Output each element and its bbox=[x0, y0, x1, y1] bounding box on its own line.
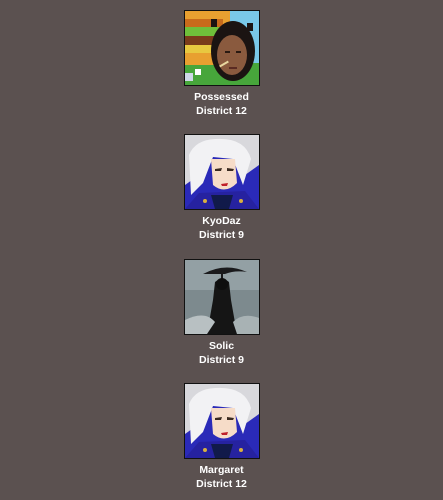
tribute-card: KyoDaz District 9 bbox=[0, 134, 443, 242]
tribute-card: Possessed District 12 bbox=[0, 10, 443, 118]
tribute-card: Solic District 9 bbox=[0, 259, 443, 367]
tribute-name: Possessed bbox=[194, 91, 249, 103]
tribute-district: District 12 bbox=[196, 478, 247, 490]
tribute-district: District 9 bbox=[199, 229, 244, 241]
tribute-district: District 9 bbox=[199, 354, 244, 366]
white-haired-anime-woman-icon[interactable] bbox=[183, 134, 260, 210]
tribute-district: District 12 bbox=[196, 105, 247, 117]
tributes-page: Possessed District 12 KyoDaz District 9 bbox=[0, 0, 443, 500]
tribute-name: Margaret bbox=[199, 464, 244, 476]
tribute-name: KyoDaz bbox=[202, 215, 241, 227]
reaper-with-scythe-icon[interactable] bbox=[183, 259, 260, 335]
tribute-name: Solic bbox=[208, 340, 235, 352]
tribute-card: Margaret District 12 bbox=[0, 383, 443, 491]
hamburger-pixel-portrait-icon[interactable] bbox=[183, 10, 260, 86]
white-haired-anime-woman-icon[interactable] bbox=[183, 383, 260, 459]
